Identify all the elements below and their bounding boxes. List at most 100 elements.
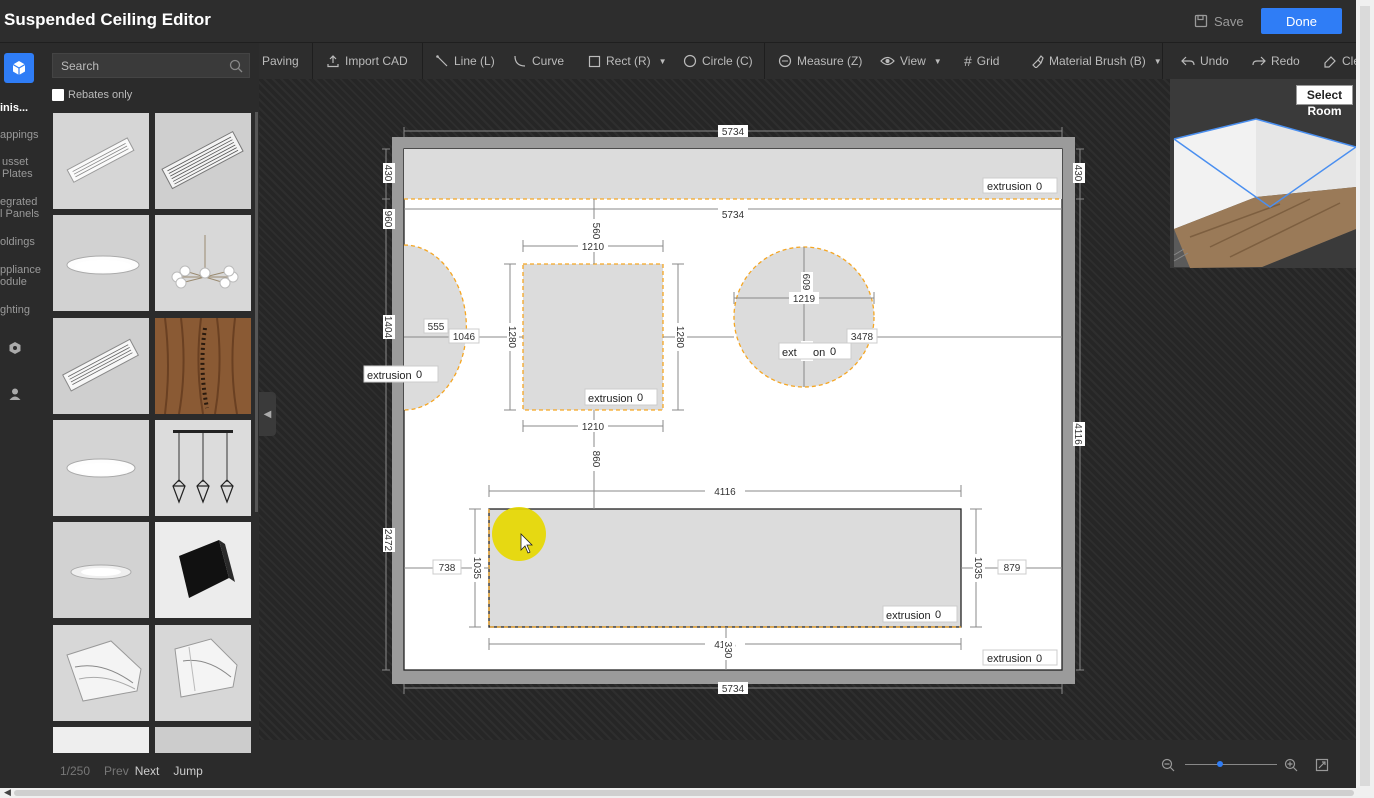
tool-view[interactable]: View ▼: [880, 43, 942, 79]
tool-import-cad[interactable]: Import CAD: [326, 43, 408, 79]
toolbar: Paving Import CAD Line (L) Curve Rect (R…: [259, 43, 1360, 79]
catalog-scrollbar[interactable]: [255, 112, 258, 512]
tool-circle[interactable]: Circle (C): [683, 43, 753, 79]
catalog-item-partial-2[interactable]: [155, 727, 251, 753]
rebates-only-label: Rebates only: [68, 89, 133, 101]
horizontal-scroll-thumb[interactable]: [14, 790, 1354, 796]
catalog-item-round-panel-light[interactable]: [53, 215, 149, 311]
catalog-item-black-wall-light[interactable]: [155, 522, 251, 618]
dim-left-arc-x: 1046: [453, 332, 476, 343]
zoom-slider[interactable]: [1185, 764, 1277, 765]
dim-bottom-width-top: 4116: [714, 487, 736, 498]
eraser-icon: [1324, 56, 1336, 68]
dim-left-band: 960: [382, 211, 393, 228]
hexagon-icon[interactable]: [8, 341, 22, 355]
tool-paving[interactable]: Paving: [262, 43, 299, 79]
scroll-left-icon[interactable]: ◀: [4, 787, 11, 798]
catalog-item-round-panel-light-2[interactable]: [53, 420, 149, 516]
done-button[interactable]: Done: [1261, 8, 1342, 34]
dim-rect-width-bottom: 1210: [582, 422, 605, 433]
catalog-item-partial[interactable]: [53, 727, 149, 753]
dim-bottom-height-right: 1035: [972, 557, 983, 580]
catalog-item-crown-molding[interactable]: [53, 625, 149, 721]
tool-line-label: Line (L): [454, 54, 495, 68]
catalog-item-branch-chandelier[interactable]: [155, 215, 251, 311]
checkbox-box[interactable]: [52, 89, 64, 101]
page-horizontal-scrollbar[interactable]: ◀: [0, 787, 1374, 798]
save-button[interactable]: Save: [1194, 12, 1244, 30]
tool-grid[interactable]: # Grid: [964, 43, 999, 79]
rail-item-lighting[interactable]: ghting: [0, 304, 30, 316]
zoom-out-icon[interactable]: [1161, 758, 1175, 772]
pager-prev[interactable]: Prev: [104, 764, 129, 778]
tool-clear[interactable]: Cle: [1323, 43, 1360, 79]
search-icon[interactable]: [229, 59, 243, 73]
rail-item-finishes[interactable]: inis...: [0, 102, 28, 114]
tool-curve-label: Curve: [532, 54, 565, 68]
zoom-in-icon[interactable]: [1284, 758, 1298, 772]
save-icon: [1194, 14, 1208, 28]
toolbar-divider: [1162, 43, 1163, 79]
top-band-panel[interactable]: [404, 149, 1062, 199]
select-room-button[interactable]: Select: [1296, 85, 1353, 105]
tool-import-cad-label: Import CAD: [345, 54, 408, 68]
catalog-item-linear-vent-grille-2[interactable]: [53, 318, 149, 414]
user-icon[interactable]: [8, 387, 22, 401]
extrusion-value-top-band[interactable]: 0: [1036, 181, 1042, 193]
tool-material-brush[interactable]: Material Brush (B) ▼: [1030, 43, 1162, 79]
dim-rect-gap-bottom: 860: [590, 451, 601, 468]
triple-cage-pendant-thumbnail: [155, 420, 251, 516]
extrusion-label-circle-on: on: [813, 347, 825, 359]
rail-item-gusset[interactable]: usset: [2, 156, 28, 168]
rail-item-wall-panels[interactable]: l Panels: [0, 208, 39, 220]
extrusion-value-left-arc[interactable]: 0: [416, 369, 422, 381]
scroll-thumb[interactable]: [1360, 6, 1370, 786]
tool-curve[interactable]: Curve: [513, 43, 564, 79]
catalog-item-slot-diffuser[interactable]: [155, 113, 251, 209]
rail-item-cappings[interactable]: appings: [0, 129, 39, 141]
page-vertical-scrollbar[interactable]: [1356, 0, 1374, 788]
rebates-only-checkbox[interactable]: Rebates only: [52, 89, 132, 101]
tool-rect[interactable]: Rect (R) ▼: [588, 43, 667, 79]
rail-item-appliance[interactable]: ppliance: [0, 264, 41, 276]
rail-item-integrated[interactable]: egrated: [0, 196, 37, 208]
chevron-down-icon[interactable]: ▼: [934, 57, 942, 66]
extrusion-value-square[interactable]: 0: [637, 392, 643, 404]
chevron-down-icon[interactable]: ▼: [659, 57, 667, 66]
catalog-item-triple-cage-pendant[interactable]: [155, 420, 251, 516]
rail-item-module[interactable]: odule: [0, 276, 27, 288]
extrusion-value-circle[interactable]: 0: [830, 346, 836, 358]
rail-item-moldings[interactable]: oldings: [0, 236, 35, 248]
catalog-item-wood-grain-panel[interactable]: [155, 318, 251, 414]
catalog-item-crown-molding-corner[interactable]: [155, 625, 251, 721]
zoom-slider-thumb[interactable]: [1217, 761, 1223, 767]
pager-next[interactable]: Next: [135, 764, 160, 778]
model-category-button[interactable]: [4, 53, 34, 83]
pager-jump[interactable]: Jump: [173, 764, 202, 778]
search-input[interactable]: [59, 57, 223, 74]
catalog-item-linear-vent-grille[interactable]: [53, 113, 149, 209]
square-panel[interactable]: [522, 263, 664, 411]
dim-bottom-right: 879: [1004, 563, 1021, 574]
extrusion-value-floor[interactable]: 0: [1036, 653, 1042, 665]
tool-view-label: View: [900, 54, 926, 68]
tool-rect-label: Rect (R): [606, 54, 651, 68]
extrusion-label-bottom-rect: extrusion: [886, 610, 931, 622]
tool-line[interactable]: Line (L): [435, 43, 495, 79]
cube-icon: [12, 61, 26, 75]
dim-left-top: 430: [382, 165, 393, 182]
tool-redo[interactable]: Redo: [1252, 43, 1300, 79]
upload-icon: [327, 55, 339, 68]
rail-item-plates[interactable]: Plates: [2, 168, 33, 180]
collapse-panel-button[interactable]: ◀: [259, 392, 276, 436]
extrusion-value-bottom-rect[interactable]: 0: [935, 609, 941, 621]
fit-view-icon[interactable]: [1315, 758, 1329, 772]
tool-measure[interactable]: Measure (Z): [778, 43, 862, 79]
catalog-pager: 1/250 Prev Next Jump: [60, 764, 203, 778]
catalog-item-recessed-downlight[interactable]: [53, 522, 149, 618]
tool-undo[interactable]: Undo: [1181, 43, 1229, 79]
chevron-down-icon[interactable]: ▼: [1154, 57, 1162, 66]
extrusion-label-floor: extrusion: [987, 653, 1032, 665]
search-box[interactable]: [52, 53, 250, 78]
toolbar-divider: [764, 43, 765, 79]
